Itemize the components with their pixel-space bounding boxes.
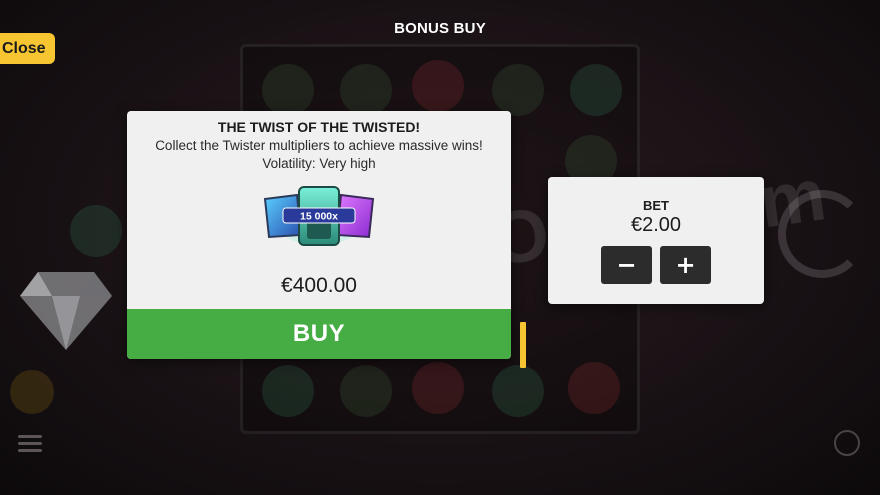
bonus-feature-icon: 15 000x — [263, 186, 375, 246]
reel-symbol — [492, 365, 544, 417]
close-button[interactable]: Close — [0, 33, 55, 64]
reel-symbol — [262, 365, 314, 417]
multiplier-badge: 15 000x — [300, 211, 338, 223]
bonus-offer-card: THE TWIST OF THE TWISTED! Collect the Tw… — [127, 111, 511, 359]
offer-description: Collect the Twister multipliers to achie… — [155, 138, 483, 153]
reel-symbol — [262, 64, 314, 116]
reel-symbol — [70, 205, 122, 257]
bet-label: BET — [643, 198, 669, 213]
scroll-indicator[interactable] — [520, 322, 526, 368]
increase-bet-button[interactable]: + — [660, 246, 711, 284]
reel-symbol — [340, 64, 392, 116]
reel-symbol — [570, 64, 622, 116]
bet-card: BET €2.00 − + — [548, 177, 764, 304]
offer-volatility: Volatility: Very high — [262, 156, 376, 171]
offer-price: €400.00 — [281, 274, 357, 297]
coin-icon — [10, 370, 54, 414]
reel-symbol — [412, 60, 464, 112]
reel-symbol — [412, 362, 464, 414]
reel-symbol — [492, 64, 544, 116]
reel-symbol — [340, 365, 392, 417]
offer-title: THE TWIST OF THE TWISTED! — [217, 119, 421, 135]
page-title: BONUS BUY — [394, 20, 486, 37]
menu-icon — [18, 435, 42, 453]
buy-button[interactable]: BUY — [127, 309, 511, 359]
decrease-bet-button[interactable]: − — [601, 246, 652, 284]
bet-value: €2.00 — [630, 214, 682, 236]
diamond-icon — [20, 272, 112, 350]
autoplay-icon — [834, 430, 860, 456]
spin-icon — [778, 190, 866, 278]
reel-symbol — [568, 362, 620, 414]
